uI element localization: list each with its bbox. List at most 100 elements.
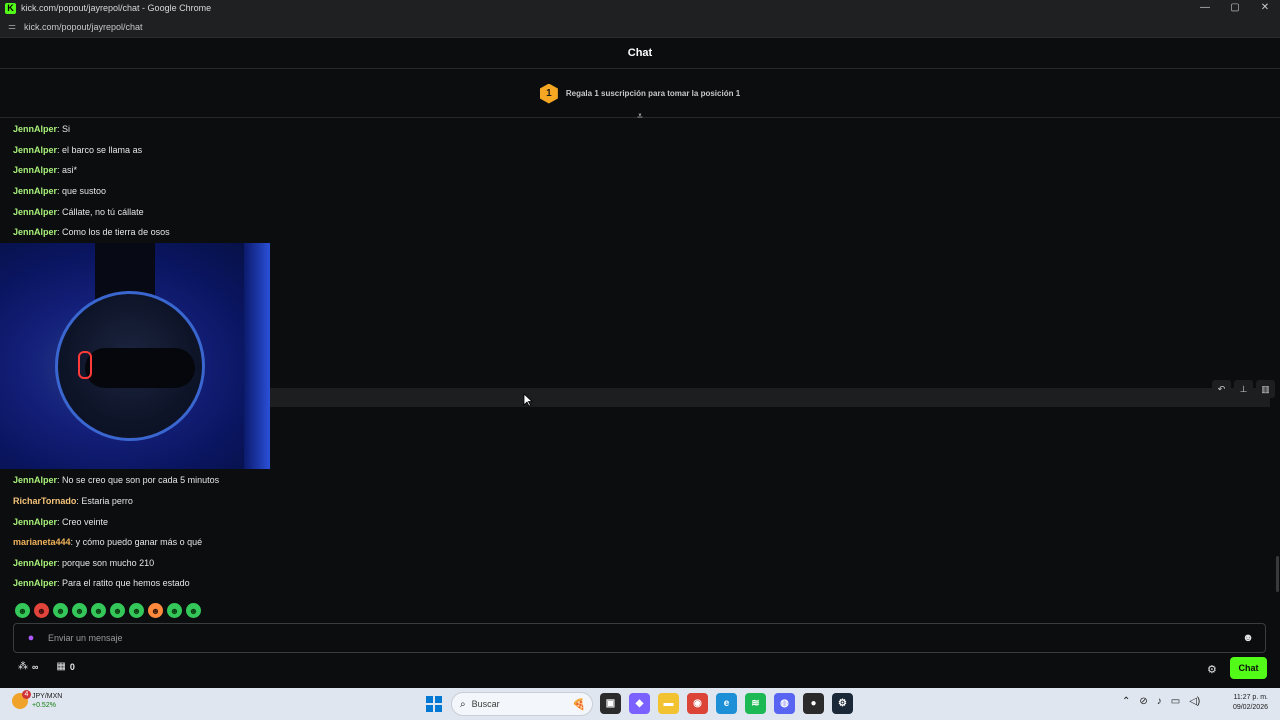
widgets-button[interactable]: 4 JPY/MXN +0.52%: [12, 690, 62, 710]
quick-emote-bar: ☻ ☻ ☻ ☻ ☻ ☻ ☻ ☻ ☻ ☻: [15, 603, 201, 618]
chat-bottom-bar: ⁂ ∞ ▦ 0 ⚙ Chat: [0, 657, 1280, 681]
chat-message[interactable]: JennAlper: que sustoo: [13, 186, 106, 196]
close-button[interactable]: ✕: [1250, 0, 1280, 16]
ticker-name: JPY/MXN: [32, 693, 63, 700]
emote-icon[interactable]: ☻: [186, 603, 201, 618]
message-username[interactable]: JennAlper: [13, 227, 57, 237]
minimize-button[interactable]: —: [1190, 0, 1220, 16]
ticker-change: +0.52%: [32, 702, 56, 709]
message-text: Si: [62, 124, 71, 134]
file-explorer-icon[interactable]: ▬: [658, 693, 679, 714]
settings-gear-icon[interactable]: ⚙: [1207, 663, 1217, 676]
taskbar-search[interactable]: ⌕ Buscar 🍕: [451, 692, 593, 716]
steam-icon[interactable]: ⚙: [832, 693, 853, 714]
address-bar[interactable]: ⚌ kick.com/popout/jayrepol/chat: [0, 16, 1280, 38]
emote-icon[interactable]: ☻: [15, 603, 30, 618]
market-ticker: JPY/MXN +0.52%: [32, 692, 62, 710]
volume-icon[interactable]: ◁): [1189, 696, 1200, 707]
chat-message[interactable]: JennAlper: Creo veinte: [13, 517, 108, 527]
clock-date: 09/02/2026: [1232, 704, 1268, 711]
emote-icon[interactable]: ☻: [167, 603, 182, 618]
emote-icon[interactable]: ☻: [110, 603, 125, 618]
message-username[interactable]: JennAlper: [13, 558, 57, 568]
chat-title: Chat: [627, 47, 653, 59]
taskbar-apps: ▣ ◆ ▬ ◉ e ≋ ◍ ● ⚙: [600, 693, 853, 714]
message-username[interactable]: JennAlper: [13, 578, 57, 588]
chat-message[interactable]: JennAlper: Cállate, no tú cállate: [13, 207, 144, 217]
gift-count: 0: [69, 661, 75, 672]
delete-icon[interactable]: ▥: [1256, 380, 1275, 398]
message-username[interactable]: JennAlper: [13, 517, 57, 527]
url-text[interactable]: kick.com/popout/jayrepol/chat: [24, 22, 143, 32]
chat-message[interactable]: JennAlper: Como los de tierra de osos: [13, 227, 170, 237]
message-username[interactable]: JennAlper: [13, 475, 57, 485]
emoji-picker-icon[interactable]: ☻: [1241, 631, 1255, 645]
message-text: Para el ratito que hemos estado: [62, 578, 190, 588]
windows-start-icon[interactable]: [426, 696, 442, 712]
send-chat-button[interactable]: Chat: [1230, 657, 1267, 679]
network-icon[interactable]: ⊘: [1139, 696, 1147, 707]
chat-scrollbar[interactable]: [1276, 556, 1279, 592]
chat-message[interactable]: JennAlper: Si: [13, 124, 70, 134]
taskbar-clock[interactable]: 11:27 p. m. 09/02/2026: [1222, 693, 1268, 713]
chat-message[interactable]: JennAlper: porque son mucho 210: [13, 558, 154, 568]
message-username[interactable]: JennAlper: [13, 207, 57, 217]
points-count: ∞: [32, 661, 39, 672]
window-controls: — ▢ ✕: [1190, 0, 1280, 16]
promo-text: Regala 1 suscripción para tomar la posic…: [565, 89, 741, 98]
search-highlight-icon: 🍕: [572, 698, 586, 711]
show-hidden-icons-icon[interactable]: ⌃: [1122, 696, 1130, 707]
gift-icon[interactable]: ▦: [56, 661, 65, 672]
emote-icon[interactable]: ☻: [34, 603, 49, 618]
message-text: porque son mucho 210: [62, 558, 155, 568]
message-text: y cómo puedo ganar más o qué: [75, 537, 203, 547]
webcam-overlay-image: [0, 243, 270, 469]
message-text: Cállate, no tú cállate: [62, 207, 144, 217]
message-input-box[interactable]: ● ☻: [13, 623, 1266, 653]
chat-message[interactable]: JennAlper: el barco se llama as: [13, 145, 142, 155]
chrome-icon[interactable]: ◉: [687, 693, 708, 714]
microphone-tray-icon[interactable]: ♪: [1157, 696, 1162, 707]
webcam-light-edge: [244, 243, 270, 469]
spotify-icon[interactable]: ≋: [745, 693, 766, 714]
emote-icon[interactable]: ☻: [72, 603, 87, 618]
message-actions: ↶ ⊥ ▥: [1212, 380, 1275, 398]
reply-icon[interactable]: ↶: [1212, 380, 1231, 398]
copilot-icon[interactable]: ◆: [629, 693, 650, 714]
notification-badge: 4: [22, 690, 31, 699]
chat-message[interactable]: JennAlper: asi*: [13, 165, 77, 175]
site-settings-icon[interactable]: ⚌: [6, 21, 18, 33]
message-text: Estaria perro: [81, 496, 133, 506]
emote-icon[interactable]: ☻: [91, 603, 106, 618]
task-view-icon[interactable]: ▣: [600, 693, 621, 714]
chat-message[interactable]: JennAlper: No se creo que son por cada 5…: [13, 475, 219, 485]
app-icon[interactable]: ●: [803, 693, 824, 714]
market-widget-icon: 4: [12, 690, 31, 709]
edge-icon[interactable]: e: [716, 693, 737, 714]
message-text: Creo veinte: [62, 517, 109, 527]
display-icon[interactable]: ▭: [1171, 696, 1180, 707]
webcam-red-light: [78, 351, 92, 379]
collapse-chevron-icon[interactable]: ⩡: [634, 112, 646, 122]
message-username[interactable]: JennAlper: [13, 165, 57, 175]
message-username[interactable]: JennAlper: [13, 124, 57, 134]
emote-icon[interactable]: ☻: [148, 603, 163, 618]
message-username[interactable]: marianeta444: [13, 537, 71, 547]
message-username[interactable]: JennAlper: [13, 145, 57, 155]
pin-icon[interactable]: ⊥: [1234, 380, 1253, 398]
emote-icon[interactable]: ☻: [53, 603, 68, 618]
message-username[interactable]: JennAlper: [13, 186, 57, 196]
message-input[interactable]: [48, 633, 1241, 643]
browser-title-bar: K kick.com/popout/jayrepol/chat - Google…: [0, 0, 1280, 16]
points-icon[interactable]: ⁂: [18, 661, 28, 672]
webcam-person-face: [85, 348, 195, 388]
hovered-message-row[interactable]: [270, 388, 1270, 407]
microphone-icon[interactable]: ●: [24, 631, 38, 645]
chat-message[interactable]: marianeta444: y cómo puedo ganar más o q…: [13, 537, 202, 547]
chat-message[interactable]: JennAlper: Para el ratito que hemos esta…: [13, 578, 190, 588]
chat-message[interactable]: RicharTornado: Estaria perro: [13, 496, 133, 506]
maximize-button[interactable]: ▢: [1220, 0, 1250, 16]
emote-icon[interactable]: ☻: [129, 603, 144, 618]
message-username[interactable]: RicharTornado: [13, 496, 76, 506]
discord-icon[interactable]: ◍: [774, 693, 795, 714]
